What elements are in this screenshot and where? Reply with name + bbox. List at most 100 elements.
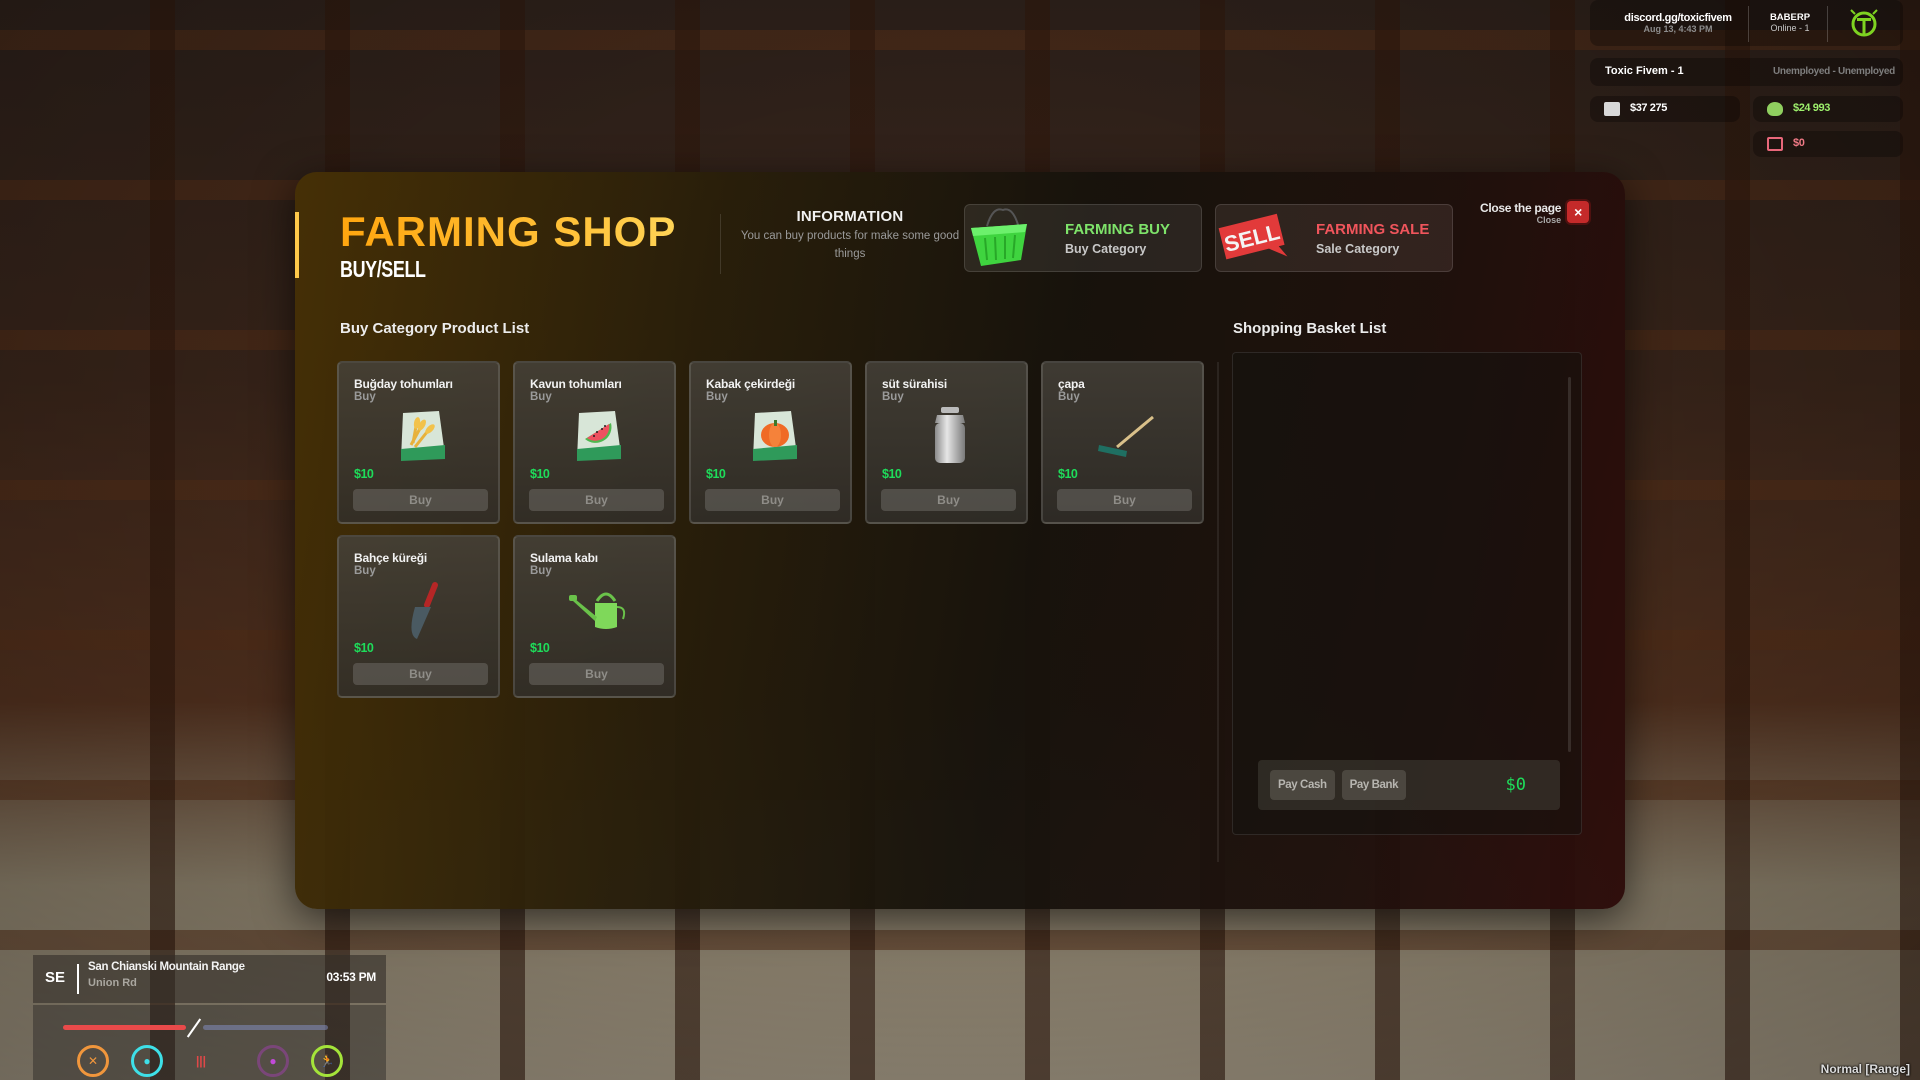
product-price: $10 (530, 467, 550, 481)
player-name: Toxic Fivem - 1 (1605, 65, 1684, 77)
product-card: Kabak çekirdeği Buy $10 Buy (689, 361, 852, 524)
dirty-money-icon (1767, 137, 1783, 151)
product-name: Kavun tohumları (530, 377, 622, 391)
close-page-control: Close the page Close × (1480, 201, 1590, 225)
product-action-label: Buy (354, 391, 376, 403)
product-action-label: Buy (882, 391, 904, 403)
payment-bar: Pay Cash Pay Bank $0 (1258, 760, 1560, 810)
bank-card-icon (1604, 102, 1620, 116)
information-text: You can buy products for make some good … (740, 230, 960, 260)
server-logo-icon (1847, 8, 1881, 38)
compass-direction: SE (45, 969, 66, 986)
game-time: 03:53 PM (326, 970, 376, 984)
product-card: Sulama kabı Buy $10 Buy (513, 535, 676, 698)
basket-total: $0 (1505, 775, 1526, 795)
information-title: INFORMATION (796, 208, 904, 225)
product-action-label: Buy (530, 391, 552, 403)
buy-button[interactable]: Buy (529, 663, 664, 685)
product-action-label: Buy (706, 391, 728, 403)
product-card: Bahçe küreği Buy $10 Buy (337, 535, 500, 698)
server-name: BABERP (1769, 12, 1811, 23)
buy-button[interactable]: Buy (1057, 489, 1192, 511)
header-divider (720, 214, 721, 274)
farming-buy-category-button[interactable]: FARMING BUY Buy Category (964, 204, 1202, 272)
watering-can-icon (565, 577, 631, 643)
product-name: Buğday tohumları (354, 377, 453, 391)
buy-button[interactable]: Buy (529, 489, 664, 511)
buy-button[interactable]: Buy (881, 489, 1016, 511)
information-block: INFORMATION You can buy products for mak… (725, 208, 975, 263)
player-job: Unemployed - Unemployed (1772, 66, 1895, 77)
dirty-money-amount: $0 (1793, 137, 1805, 149)
health-bar (63, 1025, 186, 1030)
basket-icon (965, 204, 1045, 272)
product-price: $10 (354, 641, 374, 655)
date-time: Aug 13, 4:43 PM (1643, 24, 1713, 34)
product-price: $10 (354, 467, 374, 481)
server-info-row: discord.gg/toxicfivem Aug 13, 4:43 PM BA… (1590, 0, 1903, 46)
farming-sale-category-button[interactable]: SELL FARMING SALE Sale Category (1215, 204, 1453, 272)
buy-button[interactable]: Buy (353, 663, 488, 685)
product-list-title: Buy Category Product List (340, 320, 530, 337)
product-price: $10 (706, 467, 726, 481)
product-action-label: Buy (354, 565, 376, 577)
location-hud: SE San Chianski Mountain Range Union Rd … (33, 955, 386, 1003)
stress-icon: ● (257, 1045, 289, 1077)
product-name: süt sürahisi (882, 377, 947, 391)
discord-link: discord.gg/toxicfivem (1624, 12, 1732, 24)
wheat-seed-bag-icon (389, 403, 455, 469)
product-card: Buğday tohumları Buy $10 Buy (337, 361, 500, 524)
farming-buy-sublabel: Buy Category (1065, 241, 1147, 256)
hud-divider (1748, 6, 1749, 42)
street-name: Union Rd (88, 977, 137, 989)
sell-tag-icon: SELL (1216, 204, 1296, 272)
dirty-money-balance: $0 (1753, 131, 1903, 157)
status-hud: ✕ ● ||| ● 🏃 (33, 1005, 386, 1080)
farming-buy-label: FARMING BUY (1065, 220, 1170, 238)
hud-divider (1827, 6, 1828, 42)
product-name: çapa (1058, 377, 1085, 391)
title-accent-bar (295, 212, 299, 278)
hunger-icon: ✕ (77, 1045, 109, 1077)
rake-icon (1093, 403, 1159, 469)
close-button[interactable]: × (1567, 201, 1590, 223)
online-count: Online - 1 (1770, 23, 1810, 33)
pumpkin-seed-bag-icon (741, 403, 807, 469)
farming-shop-panel: FARMING SHOP BUY/SELL INFORMATION You ca… (295, 172, 1625, 909)
product-price: $10 (530, 641, 550, 655)
armor-bar (203, 1025, 328, 1030)
buy-button[interactable]: Buy (353, 489, 488, 511)
voice-level-icon: ||| (195, 1054, 207, 1068)
product-action-label: Buy (1058, 391, 1080, 403)
product-price: $10 (1058, 467, 1078, 481)
basket-list-title: Shopping Basket List (1233, 320, 1387, 337)
trowel-icon (389, 577, 455, 643)
player-info-row: Toxic Fivem - 1 Unemployed - Unemployed (1590, 58, 1903, 86)
basket-scrollbar[interactable] (1568, 377, 1571, 752)
melon-seed-bag-icon (565, 403, 631, 469)
shop-title: FARMING SHOP (340, 208, 677, 255)
milk-can-icon (917, 403, 983, 469)
cash-balance: $24 993 (1753, 96, 1903, 122)
product-price: $10 (882, 467, 902, 481)
farming-sale-label: FARMING SALE (1316, 220, 1430, 238)
bank-amount: $37 275 (1630, 102, 1667, 114)
stamina-icon: 🏃 (311, 1045, 343, 1077)
shop-subtitle: BUY/SELL (340, 256, 426, 282)
product-card: süt sürahisi Buy $10 Buy (865, 361, 1028, 524)
close-icon: × (1574, 204, 1583, 220)
cash-amount: $24 993 (1793, 102, 1830, 114)
money-bag-icon (1767, 102, 1783, 116)
farming-sale-sublabel: Sale Category (1316, 241, 1400, 256)
pay-cash-button[interactable]: Pay Cash (1270, 770, 1335, 800)
location-divider (77, 964, 79, 994)
voice-range-label: Normal [Range] (1820, 1062, 1910, 1076)
pay-bank-button[interactable]: Pay Bank (1341, 770, 1407, 800)
product-action-label: Buy (530, 565, 552, 577)
buy-button[interactable]: Buy (705, 489, 840, 511)
thirst-icon: ● (131, 1045, 163, 1077)
product-card: Kavun tohumları Buy $10 Buy (513, 361, 676, 524)
product-name: Sulama kabı (530, 551, 598, 565)
close-page-sublabel: Close (1536, 215, 1562, 225)
close-page-label: Close the page (1480, 201, 1562, 215)
